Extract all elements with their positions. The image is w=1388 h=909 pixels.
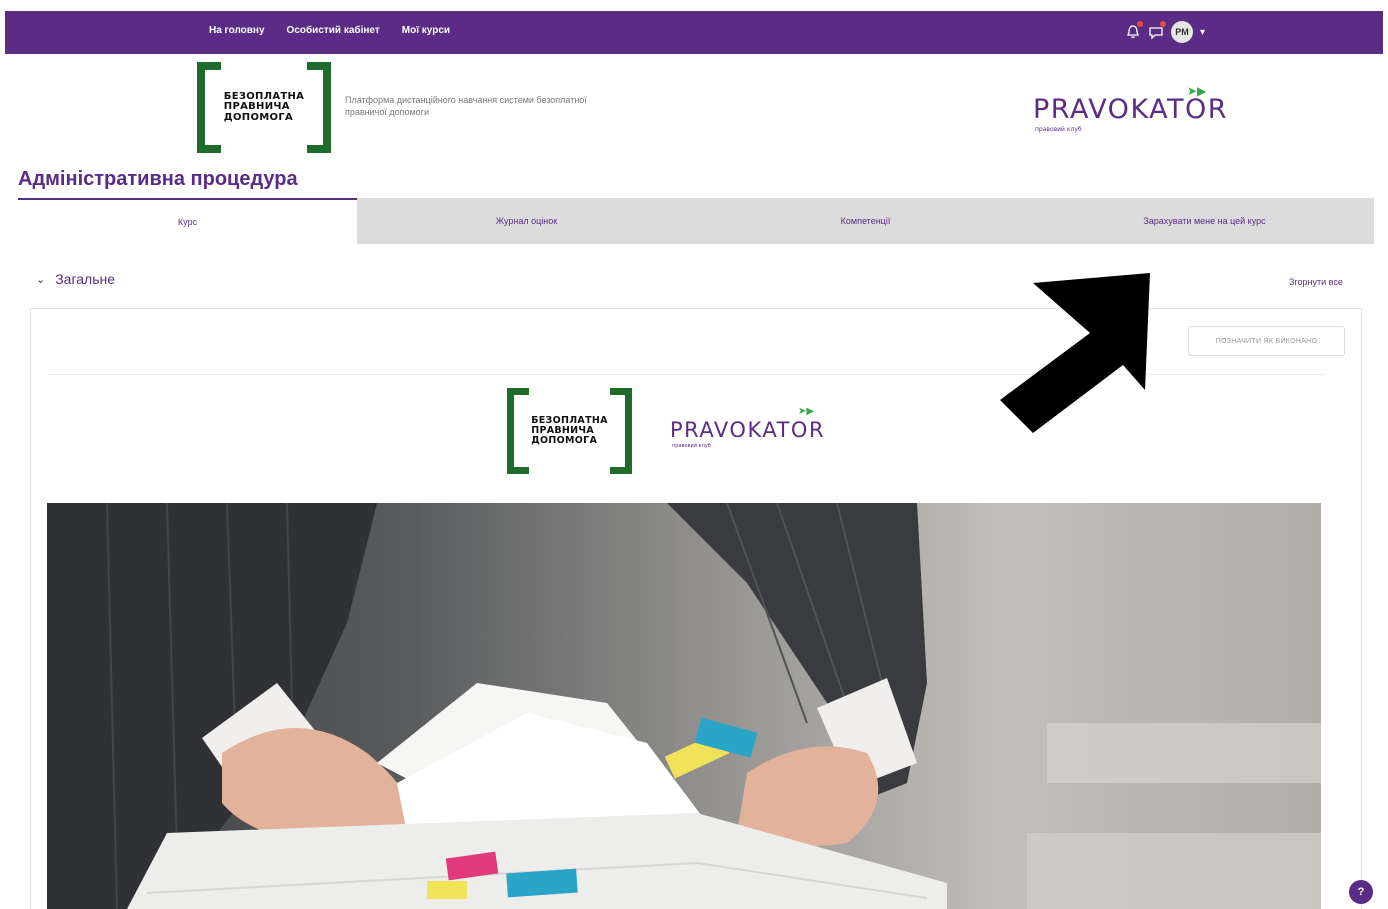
chevron-down-icon[interactable]: ⌄: [36, 273, 45, 286]
page-title: Адміністративна процедура: [18, 168, 298, 190]
tab-grades[interactable]: Журнал оцінок: [357, 198, 696, 244]
arrows-icon: ➤▶: [798, 406, 815, 417]
course-tabs: Курс Журнал оцінок Компетенції Зарахуват…: [18, 198, 1374, 244]
logo-text: БЕЗОПЛАТНА ПРАВНИЧА ДОПОМОГА: [223, 90, 305, 123]
nav-user-area: PM ▾: [1125, 21, 1205, 43]
chat-icon[interactable]: [1148, 21, 1166, 40]
bpd-logo[interactable]: БЕЗОПЛАТНА ПРАВНИЧА ДОПОМОГА: [197, 62, 331, 153]
nav-link-my-courses[interactable]: Мої курси: [402, 25, 450, 36]
section-header[interactable]: ⌄ Загальне: [36, 271, 115, 287]
notification-badge: [1137, 21, 1143, 27]
chevron-down-icon[interactable]: ▾: [1200, 27, 1205, 38]
logo-text: БЕЗОПЛАТНА ПРАВНИЧА ДОПОМОГА: [531, 415, 608, 446]
tab-competencies[interactable]: Компетенції: [696, 198, 1035, 244]
avatar[interactable]: PM: [1171, 21, 1193, 43]
section-title[interactable]: Загальне: [55, 271, 115, 287]
collapse-all-link[interactable]: Згорнути все: [1289, 277, 1343, 287]
mark-done-button[interactable]: ПОЗНАЧИТИ ЯК ВИКОНАНО: [1188, 326, 1345, 356]
pravokator-logo: ➤▶ PRAVOKATOR правовий клуб: [1033, 84, 1229, 133]
course-cover-image: [47, 503, 1321, 909]
nav-link-dashboard[interactable]: Особистий кабінет: [287, 25, 380, 36]
nav-link-home[interactable]: На головну: [209, 25, 265, 36]
platform-description: Платформа дистанційного навчання системи…: [345, 95, 587, 117]
message-badge: [1160, 21, 1166, 27]
tab-enrol[interactable]: Зарахувати мене на цей курс: [1035, 198, 1374, 244]
tab-course[interactable]: Курс: [18, 198, 357, 244]
nav-links: На головну Особистий кабінет Мої курси: [209, 25, 450, 36]
bpd-logo-small: БЕЗОПЛАТНА ПРАВНИЧА ДОПОМОГА: [507, 388, 632, 474]
arrow-annotation-icon: [1000, 273, 1150, 433]
pravokator-logo-small: ➤▶ PRAVOKATOR правовий клуб: [670, 406, 826, 449]
top-navbar: На головну Особистий кабінет Мої курси P…: [5, 11, 1383, 54]
help-button[interactable]: ?: [1349, 880, 1373, 904]
bell-icon[interactable]: [1125, 21, 1143, 40]
